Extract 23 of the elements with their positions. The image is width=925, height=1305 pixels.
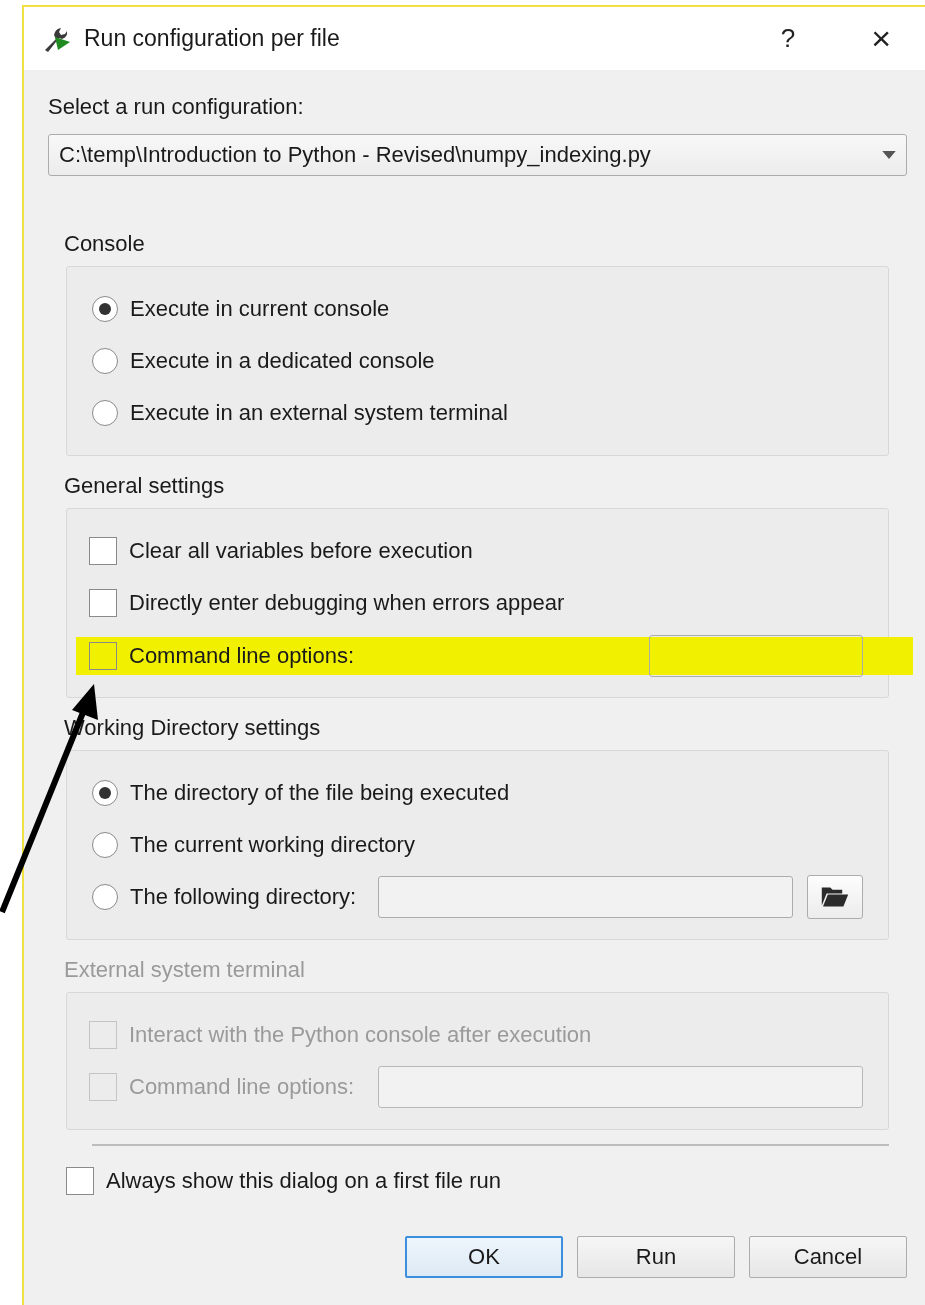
option-label: Command line options:: [129, 643, 354, 669]
option-label: Execute in current console: [130, 296, 390, 322]
option-label: Always show this dialog on a first file run: [106, 1168, 501, 1194]
field-label: Select a run configuration:: [48, 94, 305, 120]
option-label: Clear all variables before execution: [129, 538, 473, 564]
option-label: The directory of the file being executed: [130, 780, 510, 806]
dialog-button[interactable]: Cancel: [749, 1236, 907, 1278]
close-button[interactable]: ×: [861, 19, 901, 58]
option-label: Execute in an external system terminal: [130, 400, 508, 426]
window-title: Run configuration per file: [84, 25, 341, 52]
option-label: Command line options:: [129, 1074, 354, 1100]
option-label: Execute in a dedicated console: [130, 348, 435, 374]
configuration-dropdown[interactable]: C:\temp\Introduction to Python - Revised\numpy_indexing.py: [48, 134, 907, 176]
option-label: The current working directory: [130, 832, 415, 858]
section-title: External system terminal: [64, 957, 305, 982]
dialog-button[interactable]: OK: [405, 1236, 563, 1278]
help-button[interactable]: ?: [770, 23, 806, 54]
option-label: The following directory:: [130, 884, 357, 910]
option-label: Interact with the Python console after execution: [129, 1022, 592, 1048]
section-title: General settings: [64, 473, 225, 498]
option-label: Directly enter debugging when errors appear: [129, 590, 565, 616]
dialog-button[interactable]: Run: [577, 1236, 735, 1278]
section-title: Console: [64, 231, 145, 256]
